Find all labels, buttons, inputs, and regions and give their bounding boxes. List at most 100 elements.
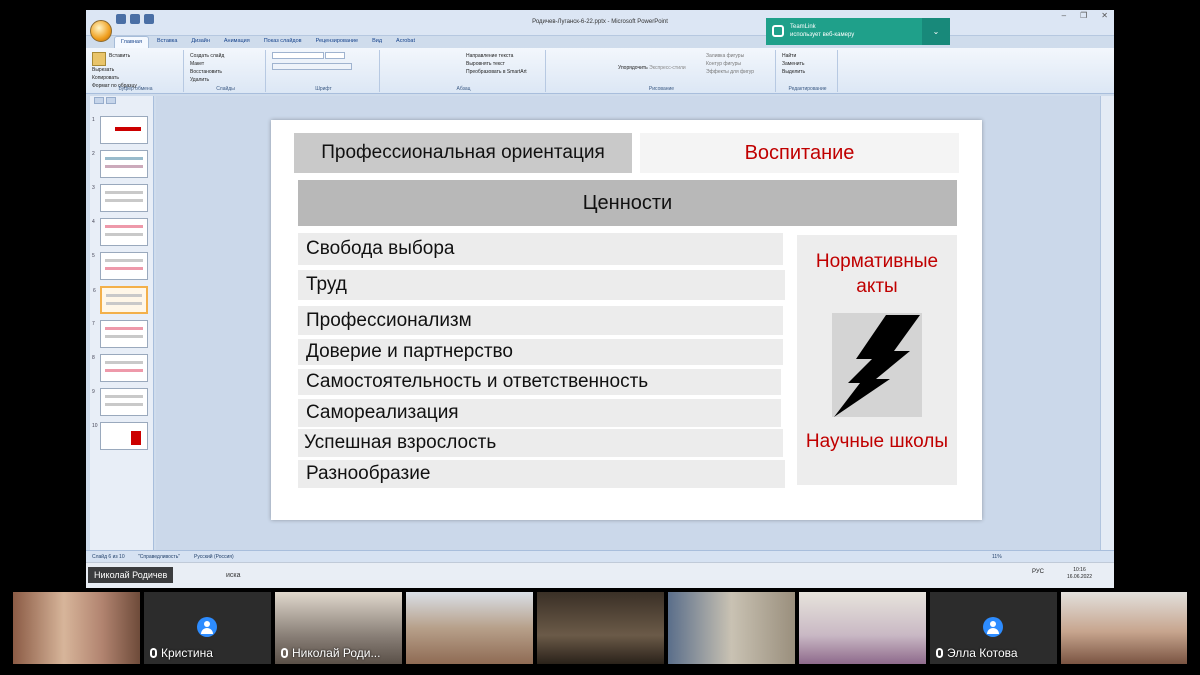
camera-icon	[772, 25, 784, 37]
participant-tile[interactable]: Кристина	[144, 592, 271, 664]
participant-tile[interactable]	[13, 592, 140, 664]
minimize-button[interactable]: –	[1062, 11, 1066, 20]
tab-slideshow[interactable]: Показ слайдов	[258, 36, 308, 48]
group-slides: Создать слайд Макет Восстановить Удалить…	[186, 50, 266, 92]
group-label: Редактирование	[788, 86, 827, 92]
slide-thumbnail[interactable]: 8	[92, 354, 148, 382]
font-size-field[interactable]	[325, 52, 346, 60]
text-direction-button[interactable]: Направление текста	[466, 52, 527, 60]
participant-tile[interactable]: Элла Котова	[930, 592, 1057, 664]
value-item: Доверие и партнерство	[298, 339, 783, 365]
paste-button[interactable]: Вставить	[109, 53, 130, 59]
group-label: Буфер обмена	[118, 86, 153, 92]
window-title: Родичев-Луганск-6-22.pptx - Microsoft Po…	[532, 19, 668, 25]
participant-name: Элла Котова	[947, 646, 1018, 660]
teamlink-notification[interactable]: TeamLink использует веб-камеру ⌄	[766, 18, 950, 45]
tab-review[interactable]: Рецензирование	[310, 36, 364, 48]
slide-thumbnail[interactable]: 4	[92, 218, 148, 246]
font-format-toolbar[interactable]	[272, 63, 352, 71]
toast-text: использует веб-камеру	[790, 32, 855, 38]
select-button[interactable]: Выделить	[782, 68, 805, 76]
group-drawing: Упорядочить Экспресс-стили Заливка фигур…	[548, 50, 776, 92]
outline-tab[interactable]	[106, 97, 116, 104]
avatar-icon	[983, 617, 1003, 637]
participant-tile[interactable]	[799, 592, 926, 664]
shape-effects-button[interactable]: Эффекты для фигур	[706, 68, 754, 76]
slide-thumbnail[interactable]: 2	[92, 150, 148, 178]
participants-strip: Кристина Николай Роди... Элла Котова	[0, 592, 1200, 675]
current-slide: Профессиональная ориентация Воспитание Ц…	[271, 120, 982, 520]
tab-animation[interactable]: Анимация	[218, 36, 256, 48]
side-panel: Нормативные акты Научные школы	[797, 235, 957, 485]
ribbon: Вставить Вырезать Копировать Формат по о…	[86, 48, 1114, 94]
slides-panel: 1 2 3 4 5 6 7 8 9 10	[90, 96, 154, 562]
align-text-button[interactable]: Выровнять текст	[466, 60, 527, 68]
slide-thumbnail[interactable]: 10	[92, 422, 148, 450]
close-button[interactable]: ✕	[1101, 11, 1108, 20]
search-text[interactable]: иска	[226, 572, 241, 579]
language-indicator[interactable]: Русский (Россия)	[194, 554, 234, 560]
slides-tab[interactable]	[94, 97, 104, 104]
avatar-icon	[197, 617, 217, 637]
shape-outline-button[interactable]: Контур фигуры	[706, 60, 754, 68]
participant-tile[interactable]	[406, 592, 533, 664]
slide-thumbnail[interactable]: 3	[92, 184, 148, 212]
slide-counter: Слайд 6 из 10	[92, 554, 125, 560]
participant-tile[interactable]	[668, 592, 795, 664]
shape-fill-button[interactable]: Заливка фигуры	[706, 52, 754, 60]
participant-tile[interactable]: Николай Роди...	[275, 592, 402, 664]
group-label: Шрифт	[315, 86, 332, 92]
value-item: Самостоятельность и ответственность	[298, 369, 781, 395]
speaker-name-badge: Николай Родичев	[88, 567, 174, 583]
tab-acrobat[interactable]: Acrobat	[390, 36, 421, 48]
muted-mic-icon	[281, 648, 288, 658]
quick-styles-button[interactable]: Экспресс-стили	[649, 65, 686, 71]
replace-button[interactable]: Заменить	[782, 60, 805, 68]
value-item: Профессионализм	[298, 306, 783, 335]
value-item: Разнообразие	[298, 460, 785, 488]
paste-icon[interactable]	[92, 52, 106, 66]
find-button[interactable]: Найти	[782, 52, 805, 60]
tab-home[interactable]: Главная	[114, 36, 149, 48]
delete-button[interactable]: Удалить	[190, 76, 224, 84]
tab-insert[interactable]: Вставка	[151, 36, 183, 48]
participant-tile[interactable]	[537, 592, 664, 664]
new-slide-button[interactable]: Создать слайд	[190, 52, 224, 60]
normative-acts-label: Нормативные акты	[815, 251, 939, 297]
participant-tile[interactable]	[1061, 592, 1187, 664]
title-bar: Родичев-Луганск-6-22.pptx - Microsoft Po…	[86, 10, 1114, 36]
arrange-button[interactable]: Упорядочить	[618, 65, 648, 71]
slide-thumbnail-selected[interactable]: 6	[93, 286, 148, 314]
value-item: Успешная взрослость	[298, 429, 783, 457]
panel-tabs	[90, 96, 153, 106]
office-button[interactable]	[90, 20, 112, 42]
status-bar: Слайд 6 из 10 "Справедливость" Русский (…	[86, 550, 1114, 562]
slide-thumbnail[interactable]: 7	[92, 320, 148, 348]
participant-name: Николай Роди...	[292, 646, 381, 660]
group-font: Шрифт	[268, 50, 380, 92]
group-paragraph: Направление текста Выровнять текст Преоб…	[382, 50, 546, 92]
vertical-scrollbar[interactable]	[1100, 96, 1114, 562]
window-controls: – ❐ ✕	[1062, 11, 1108, 20]
convert-smartart-button[interactable]: Преобразовать в SmartArt	[466, 68, 527, 76]
slide-thumbnail[interactable]: 5	[92, 252, 148, 280]
slide-thumbnail[interactable]: 9	[92, 388, 148, 416]
zoom-level[interactable]: 11%	[992, 554, 1002, 560]
value-item: Свобода выбора	[298, 233, 783, 265]
ribbon-tabs: Главная Вставка Дизайн Анимация Показ сл…	[114, 36, 421, 48]
keyboard-language[interactable]: РУС	[1032, 569, 1044, 575]
layout-button[interactable]: Макет	[190, 60, 224, 68]
maximize-button[interactable]: ❐	[1080, 11, 1087, 20]
cut-button[interactable]: Вырезать	[92, 66, 137, 74]
group-label: Абзац	[456, 86, 471, 92]
theme-name: "Справедливость"	[138, 554, 181, 560]
taskbar: Николай Родичев иска РУС 10:16 16.06.202…	[86, 562, 1114, 588]
reset-button[interactable]: Восстановить	[190, 68, 224, 76]
copy-button[interactable]: Копировать	[92, 74, 137, 82]
tab-design[interactable]: Дизайн	[185, 36, 216, 48]
upbringing-header: Воспитание	[640, 133, 959, 173]
tab-view[interactable]: Вид	[366, 36, 388, 48]
chevron-down-icon[interactable]: ⌄	[922, 18, 950, 45]
slide-thumbnail[interactable]: 1	[92, 116, 148, 144]
font-name-field[interactable]	[272, 52, 324, 60]
